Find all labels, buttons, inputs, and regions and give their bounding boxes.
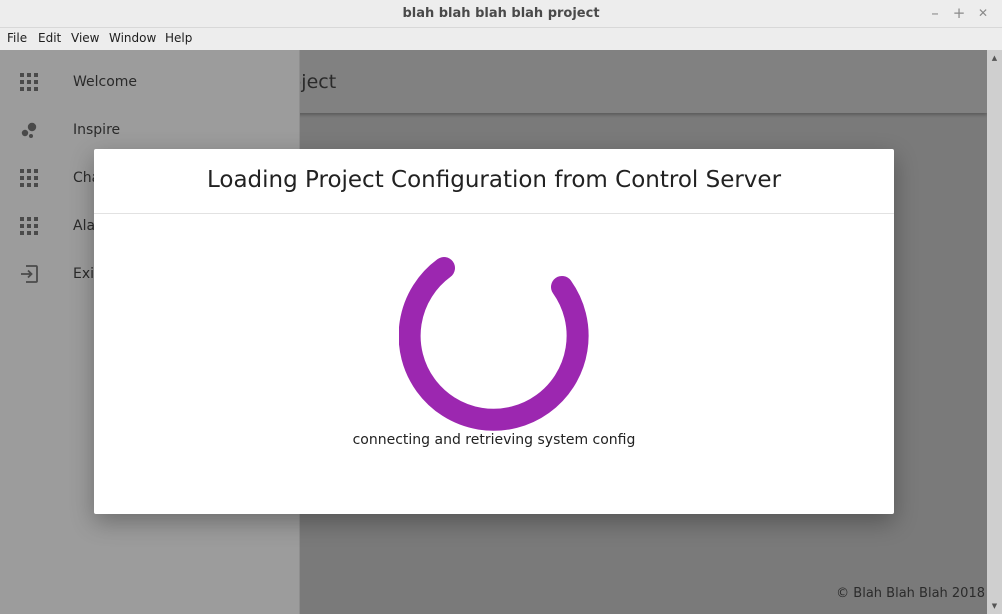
bubbles-icon [20,121,38,139]
dialog-header: Loading Project Configuration from Contr… [94,149,894,214]
window-title: blah blah blah blah project [402,6,600,21]
apps-grid-icon [20,73,38,91]
close-icon[interactable]: ✕ [974,4,992,22]
sidebar-item-label: Ala [73,218,96,234]
menu-view[interactable]: View [71,31,99,45]
dialog-title: Loading Project Configuration from Contr… [206,167,782,193]
scroll-down-icon[interactable]: ▼ [987,600,1002,612]
exit-icon [20,265,38,283]
maximize-icon[interactable]: + [950,4,968,22]
loading-status-text: connecting and retrieving system config [352,432,636,448]
menu-window[interactable]: Window [109,31,156,45]
apps-grid-icon [20,169,38,187]
sidebar-item-label: Inspire [73,122,121,138]
scrollbar[interactable]: ▲ ▼ [987,50,1002,614]
sidebar-item-welcome[interactable]: Welcome [0,58,300,106]
sidebar-item-label: Welcome [73,74,138,90]
menu-bar: File Edit View Window Help [0,28,1002,50]
window-titlebar: blah blah blah blah project – + ✕ [0,0,1002,28]
loading-dialog: Loading Project Configuration from Contr… [94,149,894,514]
menu-edit[interactable]: Edit [38,31,61,45]
scroll-up-icon[interactable]: ▲ [987,52,1002,64]
loading-spinner-icon [399,257,589,431]
menu-help[interactable]: Help [165,31,192,45]
menu-file[interactable]: File [7,31,27,45]
footer-copyright: © Blah Blah Blah 2018 [836,586,985,601]
sidebar-item-inspire[interactable]: Inspire [0,106,300,154]
apps-grid-icon [20,217,38,235]
minimize-icon[interactable]: – [926,4,944,22]
